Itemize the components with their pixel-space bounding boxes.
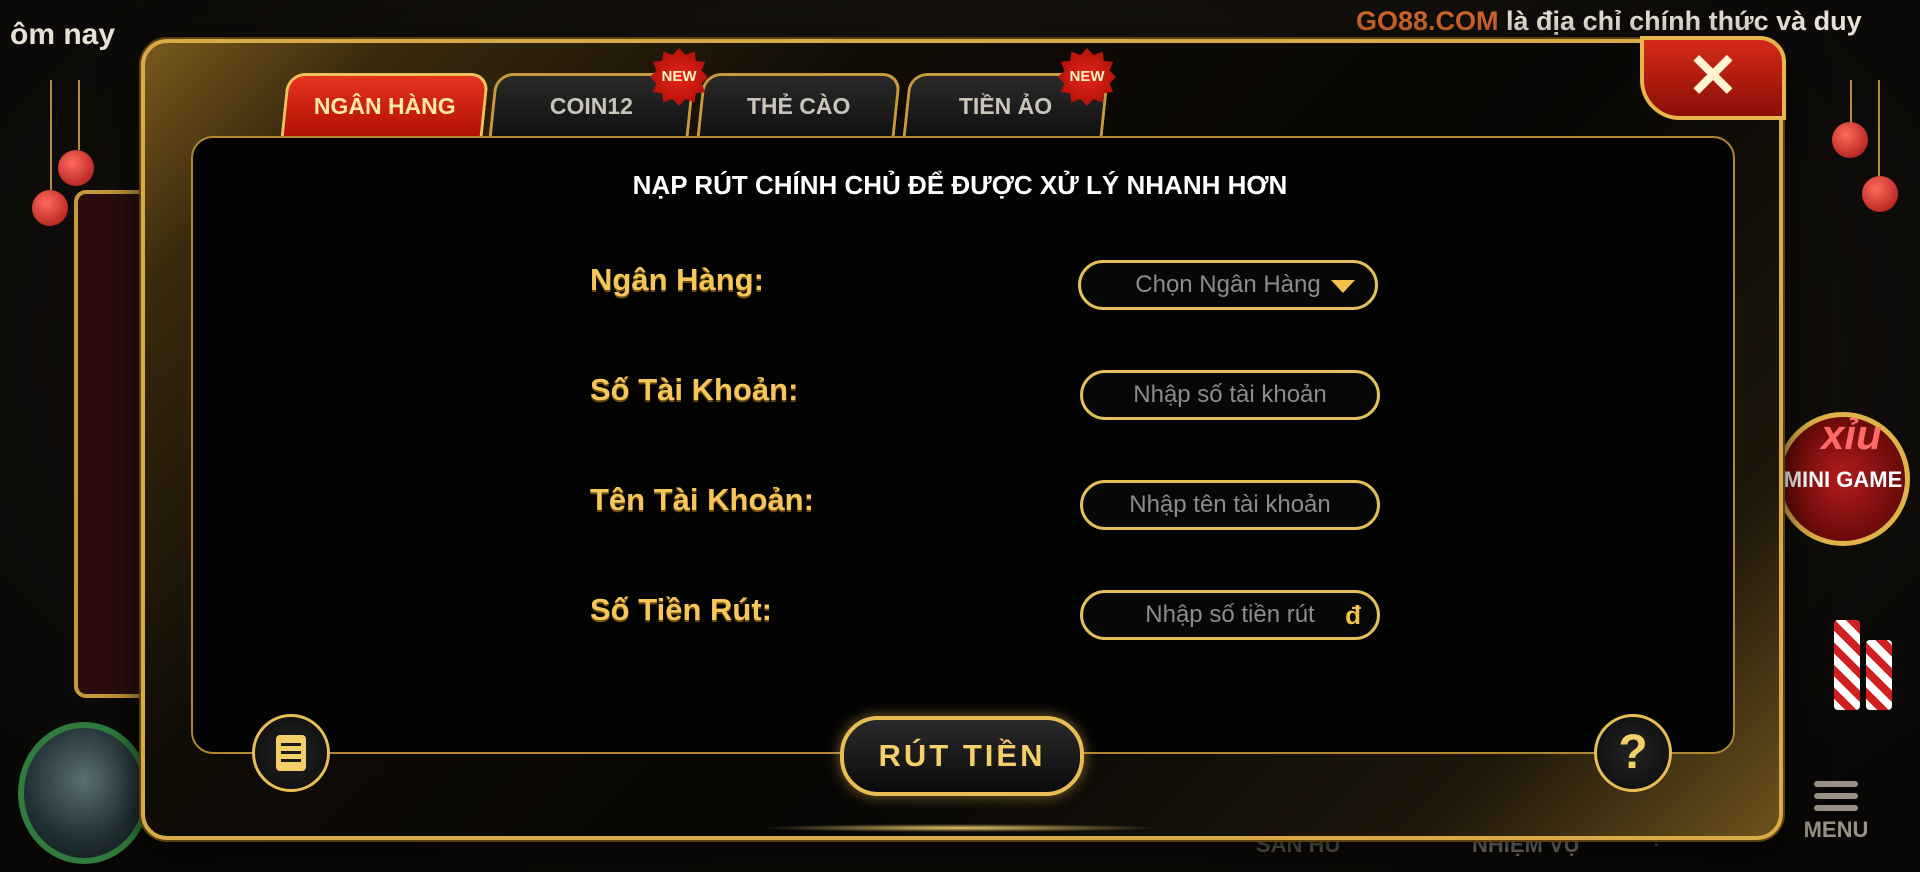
chevron-down-icon — [1331, 280, 1355, 293]
history-icon — [276, 735, 306, 771]
tab-bank[interactable]: NGÂN HÀNG — [280, 73, 490, 136]
amount-label: Số Tiền Rút: — [590, 592, 772, 627]
tab-scratch-card-label: THẺ CÀO — [747, 93, 851, 119]
form-panel — [191, 136, 1735, 754]
account-number-placeholder: Nhập số tài khoản — [1133, 381, 1327, 408]
account-name-placeholder: Nhập tên tài khoản — [1129, 491, 1331, 518]
modal-glow — [760, 824, 1160, 832]
christmas-ornament-icon — [1832, 122, 1868, 158]
amount-input[interactable]: Nhập số tiền rút đ — [1080, 590, 1380, 640]
tab-bank-label: NGÂN HÀNG — [313, 93, 456, 119]
withdraw-submit-button[interactable]: RÚT TIỀN — [840, 716, 1084, 796]
background-header-text: ôm nay — [10, 18, 116, 51]
tab-coin12-label: COIN12 — [550, 93, 634, 119]
tab-scratch-card[interactable]: THẺ CÀO — [696, 73, 902, 136]
close-icon: ✕ — [1687, 42, 1739, 111]
player-avatar[interactable] — [18, 722, 150, 864]
help-button[interactable]: ? — [1594, 714, 1672, 792]
ornament-string — [50, 80, 52, 190]
tab-crypto-label: TIỀN ẢO — [959, 93, 1053, 119]
minigame-label: MINI GAME — [1783, 467, 1903, 492]
history-button[interactable] — [252, 714, 330, 792]
amount-placeholder: Nhập số tiền rút — [1145, 601, 1315, 628]
page-title: NẠP RÚT CHÍNH CHỦ ĐỂ ĐƯỢC XỬ LÝ NHANH HƠ… — [632, 170, 1288, 200]
menu-button[interactable]: MENU — [1796, 775, 1876, 843]
close-button[interactable]: ✕ — [1640, 36, 1786, 120]
candle-icon — [1866, 640, 1892, 710]
ornament-string — [78, 80, 80, 150]
candle-icon — [1834, 620, 1860, 710]
menu-label: MENU — [1803, 817, 1869, 842]
brand-link: GO88.COM — [1356, 6, 1499, 36]
account-number-label: Số Tài Khoản: — [590, 372, 799, 407]
ornament-string — [1850, 80, 1852, 125]
bank-select-value: Chọn Ngân Hàng — [1135, 271, 1321, 298]
christmas-ornament-icon — [1862, 176, 1898, 212]
minigame-button[interactable]: xỉu MINI GAME — [1776, 411, 1910, 546]
christmas-ornament-icon — [58, 150, 94, 186]
account-name-input[interactable]: Nhập tên tài khoản — [1080, 480, 1380, 530]
minigame-xiu-text: xỉu — [1821, 411, 1882, 458]
currency-icon: đ — [1345, 600, 1361, 630]
account-name-label: Tên Tài Khoản: — [590, 482, 814, 517]
christmas-ornament-icon — [32, 190, 68, 226]
bank-select[interactable]: Chọn Ngân Hàng — [1078, 260, 1378, 310]
hamburger-icon — [1796, 781, 1876, 811]
bank-label: Ngân Hàng: — [590, 262, 764, 297]
help-icon: ? — [1618, 726, 1648, 779]
account-number-input[interactable]: Nhập số tài khoản — [1080, 370, 1380, 420]
ornament-string — [1878, 80, 1880, 180]
